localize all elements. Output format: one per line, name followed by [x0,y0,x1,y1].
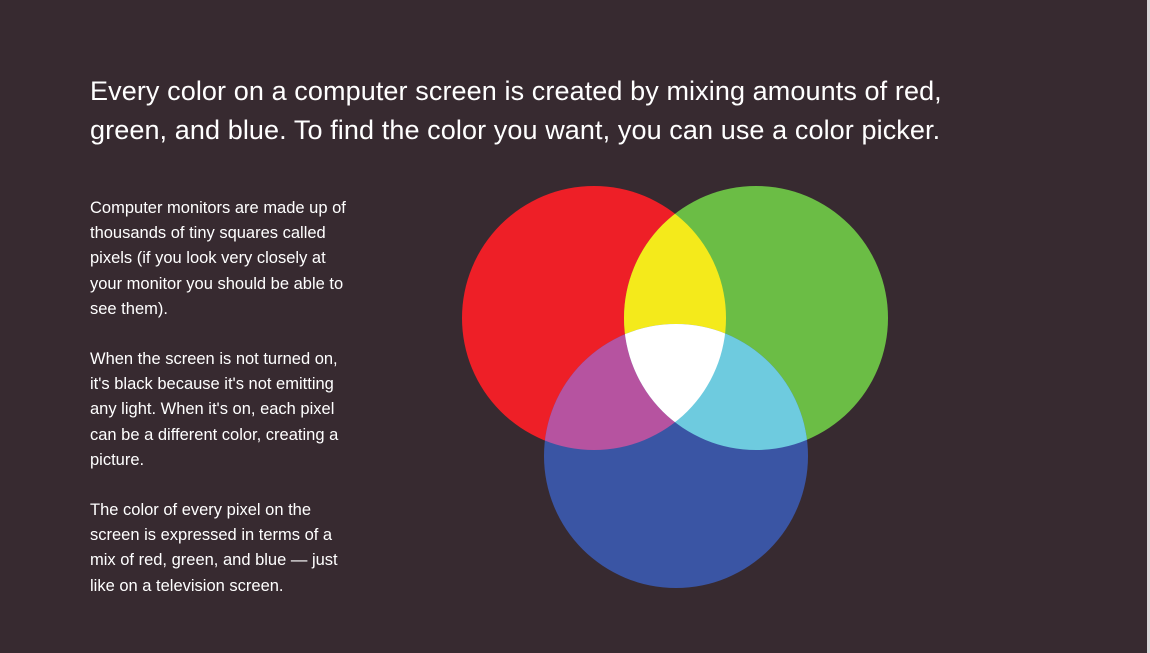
paragraph-pixels: Computer monitors are made up of thousan… [90,199,346,318]
paragraph-black-screen: When the screen is not turned on, it's b… [90,350,339,469]
paragraph-rgb-mix: The color of every pixel on the screen i… [90,501,338,595]
rgb-venn-diagram [462,186,888,588]
headline: Every color on a computer screen is crea… [90,76,942,145]
body-text: Computer monitors are made up of thousan… [90,196,360,624]
